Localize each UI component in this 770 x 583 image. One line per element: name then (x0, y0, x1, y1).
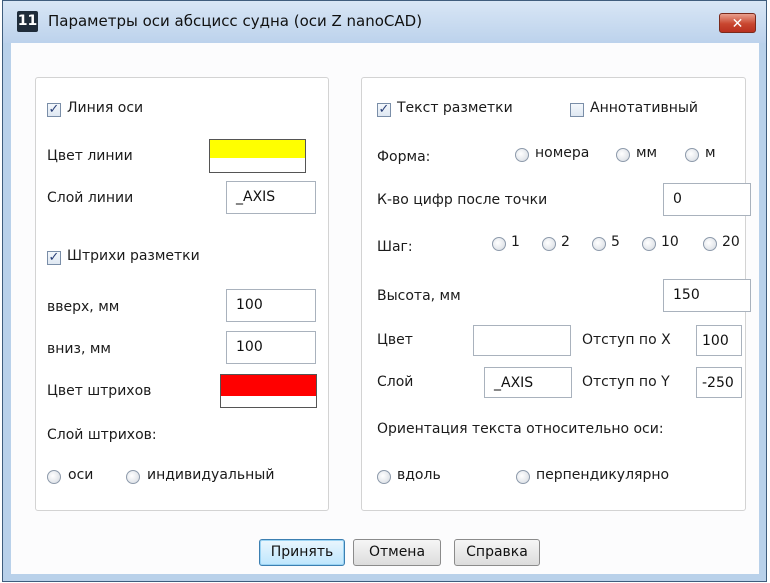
digits-field[interactable]: 0 (663, 183, 751, 216)
form-label: Форма: (377, 149, 431, 165)
offset-y-label: Отступ по Y (582, 374, 670, 390)
form-option-numbers-label[interactable]: номера (535, 145, 589, 161)
step-option-1-label[interactable]: 1 (511, 234, 520, 250)
offset-x-label: Отступ по X (582, 332, 671, 348)
step-option-20-label[interactable]: 20 (722, 234, 740, 250)
digits-label: К-во цифр после точки (377, 192, 548, 208)
step-option-1-radio[interactable] (492, 237, 506, 251)
cancel-button[interactable]: Отмена (353, 539, 441, 566)
text-checkbox[interactable]: ✓ (377, 103, 391, 117)
layer-option-individual-label[interactable]: индивидуальный (147, 467, 274, 483)
step-option-20-radio[interactable] (703, 237, 717, 251)
ticks-checkbox[interactable]: ✓ (47, 251, 61, 265)
close-button[interactable]: ✕ (719, 13, 756, 33)
orientation-perpendicular-label[interactable]: перпендикулярно (536, 467, 669, 483)
window-title: Параметры оси абсцисс судна (оси Z nanoC… (48, 12, 423, 30)
step-option-5-radio[interactable] (592, 237, 606, 251)
orientation-along-radio[interactable] (377, 470, 391, 484)
annotative-label[interactable]: Аннотативный (590, 100, 698, 116)
step-option-10-radio[interactable] (642, 237, 656, 251)
form-option-mm-radio[interactable] (616, 148, 630, 162)
form-option-mm-label[interactable]: мм (636, 145, 657, 161)
height-field[interactable]: 150 (663, 279, 751, 312)
axis-text-panel: ✓ Текст разметки Аннотативный Форма: ном… (361, 77, 751, 511)
ticks-layer-label: Слой штрихов: (47, 427, 157, 443)
annotative-checkbox[interactable] (570, 103, 584, 117)
ticks-color-fill (221, 375, 316, 396)
axis-line-label[interactable]: Линия оси (67, 100, 143, 116)
title-bar[interactable]: 11 Параметры оси абсцисс судна (оси Z na… (3, 1, 766, 43)
help-button[interactable]: Справка (454, 539, 540, 566)
ticks-color-swatch[interactable] (220, 374, 317, 408)
form-option-m-label[interactable]: м (705, 145, 716, 161)
dialog-client: ✓ Линия оси Цвет линии Слой линии _AXIS … (11, 43, 759, 574)
ticks-color-label: Цвет штрихов (47, 383, 152, 399)
orientation-along-label[interactable]: вдоль (397, 467, 441, 483)
accept-button[interactable]: Принять (259, 539, 345, 566)
height-label: Высота, мм (377, 288, 461, 304)
line-layer-label: Слой линии (47, 190, 134, 206)
up-field[interactable]: 100 (226, 289, 316, 322)
step-option-5-label[interactable]: 5 (611, 234, 620, 250)
form-option-numbers-radio[interactable] (515, 148, 529, 162)
orientation-label: Ориентация текста относительно оси: (377, 421, 664, 437)
offset-y-field[interactable]: -250 (696, 367, 742, 398)
axis-line-panel: ✓ Линия оси Цвет линии Слой линии _AXIS … (35, 77, 329, 511)
orientation-perpendicular-radio[interactable] (516, 470, 530, 484)
step-option-2-label[interactable]: 2 (561, 234, 570, 250)
line-color-label: Цвет линии (47, 148, 133, 164)
line-color-fill (210, 140, 305, 158)
text-layer-field[interactable]: _AXIS (484, 367, 572, 398)
offset-x-field[interactable]: 100 (696, 325, 742, 356)
down-field[interactable]: 100 (226, 331, 316, 364)
layer-option-axis-radio[interactable] (47, 470, 61, 484)
step-label: Шаг: (377, 239, 413, 255)
step-option-10-label[interactable]: 10 (661, 234, 679, 250)
line-layer-field[interactable]: _AXIS (226, 181, 316, 214)
text-color-field[interactable] (473, 325, 571, 356)
step-option-2-radio[interactable] (542, 237, 556, 251)
dialog-window: 11 Параметры оси абсцисс судна (оси Z na… (2, 0, 767, 582)
form-option-m-radio[interactable] (685, 148, 699, 162)
text-label[interactable]: Текст разметки (397, 100, 513, 116)
layer-option-axis-label[interactable]: оси (68, 467, 93, 483)
layer-option-individual-radio[interactable] (126, 470, 140, 484)
down-label: вниз, мм (47, 341, 111, 357)
text-color-label: Цвет (377, 332, 413, 348)
app-icon: 11 (17, 11, 38, 32)
line-color-swatch[interactable] (209, 139, 306, 173)
ticks-label[interactable]: Штрихи разметки (67, 248, 200, 264)
text-layer-label: Слой (377, 374, 414, 390)
up-label: вверх, мм (47, 299, 120, 315)
axis-line-checkbox[interactable]: ✓ (47, 103, 61, 117)
